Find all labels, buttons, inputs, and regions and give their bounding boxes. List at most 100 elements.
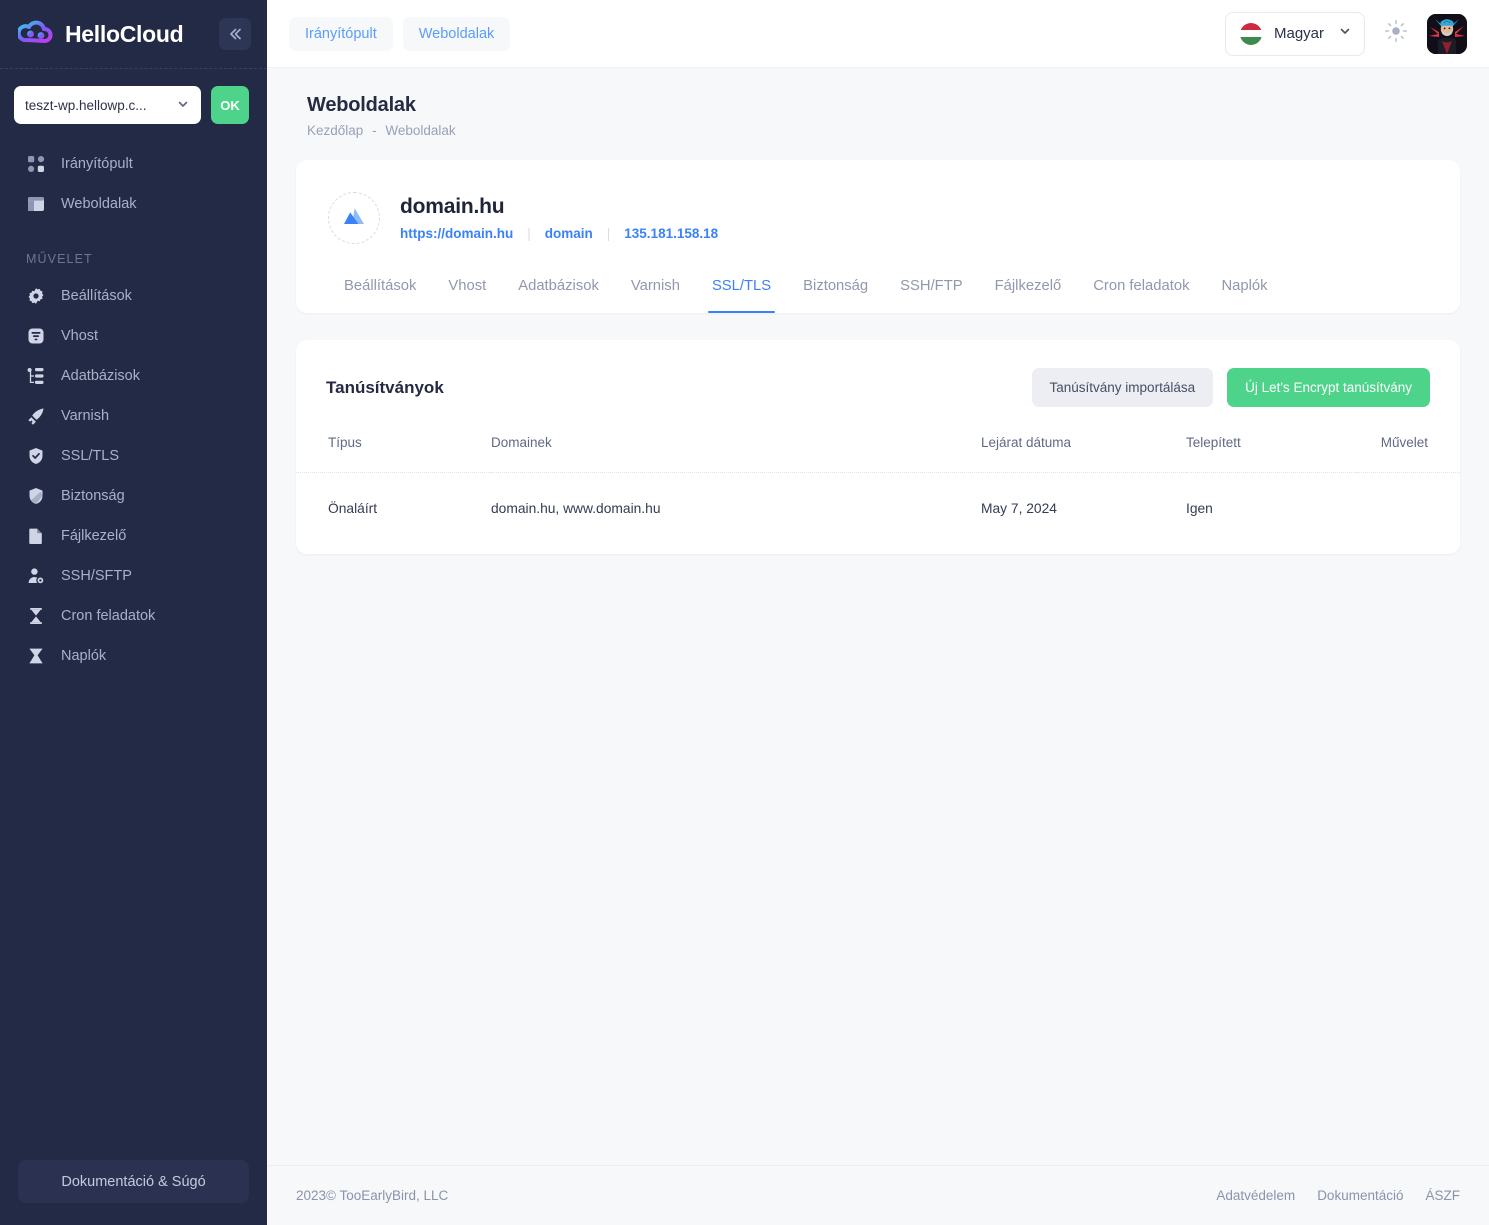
hellocloud-logo-icon <box>16 18 54 50</box>
site-ip-link[interactable]: 135.181.158.18 <box>624 226 718 241</box>
site-select[interactable]: teszt-wp.hellowp.c... <box>14 86 201 124</box>
chevron-down-icon <box>1338 24 1352 43</box>
sidebar-collapse-button[interactable] <box>219 18 251 50</box>
sidebar-section-label: MŰVELET <box>26 252 93 266</box>
topbar-button-dashboard[interactable]: Irányítópult <box>289 16 393 51</box>
tab-ssh-ftp[interactable]: SSH/FTP <box>884 266 978 313</box>
dashboard-grid-icon <box>26 155 45 174</box>
sidebar-brand-row: HelloCloud <box>0 0 267 68</box>
certificates-table: Típus Domainek Lejárat dátuma Telepített… <box>296 425 1460 520</box>
site-select-ok-button[interactable]: OK <box>211 86 249 124</box>
topbar: Irányítópult Weboldalak Magyar <box>267 0 1489 68</box>
table-header-row: Típus Domainek Lejárat dátuma Telepített… <box>296 425 1460 473</box>
sidebar-item-websites[interactable]: Weboldalak <box>0 184 267 224</box>
tab-vhost[interactable]: Vhost <box>432 266 502 313</box>
cell-installed: Igen <box>1186 501 1213 516</box>
sidebar-item-label: SSL/TLS <box>61 448 120 464</box>
language-select[interactable]: Magyar <box>1225 11 1365 56</box>
sidebar-item-ssh-sftp[interactable]: SSH/SFTP <box>0 556 267 596</box>
tab-cron-feladatok[interactable]: Cron feladatok <box>1077 266 1205 313</box>
certificates-table-body: Önaláírt domain.hu, www.domain.hu May 7,… <box>296 473 1460 521</box>
tab-biztonsag[interactable]: Biztonság <box>787 266 884 313</box>
new-letsencrypt-certificate-button[interactable]: Új Let's Encrypt tanúsítvány <box>1227 368 1430 407</box>
column-header-domains: Domainek <box>491 435 552 450</box>
mountain-icon <box>342 205 366 232</box>
footer-link-privacy[interactable]: Adatvédelem <box>1216 1188 1295 1203</box>
import-certificate-button[interactable]: Tanúsítvány importálása <box>1031 368 1214 407</box>
site-header: domain.hu https://domain.hu | domain | 1… <box>296 160 1460 266</box>
sidebar-item-label: Beállítások <box>61 288 132 304</box>
tab-beallitasok[interactable]: Beállítások <box>328 266 432 313</box>
brand-logo[interactable]: HelloCloud <box>16 18 209 50</box>
shield-check-icon <box>26 447 45 466</box>
brand-name: HelloCloud <box>65 20 184 47</box>
page-title: Weboldalak <box>307 94 416 116</box>
certificates-card: Tanúsítványok Tanúsítvány importálása Új… <box>296 340 1460 554</box>
topbar-button-websites[interactable]: Weboldalak <box>402 16 511 51</box>
sidebar-item-logs[interactable]: Naplók <box>0 636 267 676</box>
documentation-help-button[interactable]: Dokumentáció & Súgó <box>18 1160 249 1203</box>
breadcrumb: Kezdőlap - Weboldalak <box>307 123 1449 138</box>
user-avatar[interactable] <box>1427 13 1467 54</box>
site-avatar <box>328 192 380 244</box>
sidebar-item-ssl-tls[interactable]: SSL/TLS <box>0 436 267 476</box>
footer-link-documentation[interactable]: Dokumentáció <box>1317 1188 1403 1203</box>
sidebar-item-security[interactable]: Biztonság <box>0 476 267 516</box>
meta-divider: | <box>606 226 611 241</box>
table-row[interactable]: Önaláírt domain.hu, www.domain.hu May 7,… <box>296 473 1460 521</box>
site-tabs: Beállítások Vhost Adatbázisok Varnish SS… <box>296 266 1460 313</box>
topbar-right: Magyar <box>1225 11 1467 56</box>
footer-links: Adatvédelem Dokumentáció ÁSZF <box>1216 1188 1460 1203</box>
sidebar-item-databases[interactable]: Adatbázisok <box>0 356 267 396</box>
cell-expiry: May 7, 2024 <box>981 501 1057 516</box>
sidebar-item-label: Irányítópult <box>61 156 133 172</box>
tab-varnish[interactable]: Varnish <box>615 266 696 313</box>
sidebar-item-label: Cron feladatok <box>61 608 156 624</box>
site-name: domain.hu <box>400 195 505 218</box>
app-root: HelloCloud teszt-wp.hellowp.c... OK Irán… <box>0 0 1489 1225</box>
tab-fajlkezelo[interactable]: Fájlkezelő <box>979 266 1078 313</box>
cell-action[interactable] <box>1356 473 1460 521</box>
sidebar-item-dashboard[interactable]: Irányítópult <box>0 144 267 184</box>
certificates-title: Tanúsítványok <box>326 377 444 397</box>
site-url-link[interactable]: https://domain.hu <box>400 226 513 241</box>
footer-link-terms[interactable]: ÁSZF <box>1425 1188 1460 1203</box>
breadcrumb-home[interactable]: Kezdőlap <box>307 123 363 138</box>
gear-icon <box>26 287 45 306</box>
site-meta: https://domain.hu | domain | 135.181.158… <box>400 226 718 241</box>
user-key-icon <box>26 567 45 586</box>
sidebar-item-label: SSH/SFTP <box>61 568 132 584</box>
tab-adatbazisok[interactable]: Adatbázisok <box>502 266 615 313</box>
language-select-value: Magyar <box>1274 25 1325 42</box>
sidebar-item-cron-jobs[interactable]: Cron feladatok <box>0 596 267 636</box>
layout-window-icon <box>26 195 45 214</box>
page-header: Weboldalak Kezdőlap - Weboldalak <box>267 68 1489 150</box>
sidebar-item-file-manager[interactable]: Fájlkezelő <box>0 516 267 556</box>
certificates-header: Tanúsítványok Tanúsítvány importálása Új… <box>296 340 1460 425</box>
sidebar-item-vhost[interactable]: Vhost <box>0 316 267 356</box>
tab-ssl-tls[interactable]: SSL/TLS <box>696 266 787 313</box>
cell-type: Önaláírt <box>328 501 378 516</box>
meta-divider: | <box>527 226 531 241</box>
sidebar-item-settings[interactable]: Beállítások <box>0 276 267 316</box>
breadcrumb-current: Weboldalak <box>385 123 456 138</box>
column-header-expiry: Lejárat dátuma <box>981 435 1072 450</box>
chevron-double-left-icon <box>227 26 243 42</box>
topbar-crumb-buttons: Irányítópult Weboldalak <box>289 16 511 51</box>
certificates-actions: Tanúsítvány importálása Új Let's Encrypt… <box>1031 368 1430 407</box>
sun-icon <box>1384 19 1408 48</box>
site-select-value: teszt-wp.hellowp.c... <box>25 97 147 113</box>
sidebar: HelloCloud teszt-wp.hellowp.c... OK Irán… <box>0 0 267 1225</box>
theme-toggle-button[interactable] <box>1383 19 1409 48</box>
site-card: domain.hu https://domain.hu | domain | 1… <box>296 160 1460 313</box>
sidebar-item-varnish[interactable]: Varnish <box>0 396 267 436</box>
sidebar-item-label: Adatbázisok <box>61 368 140 384</box>
site-user-link[interactable]: domain <box>545 226 593 241</box>
sidebar-nav: Irányítópult Weboldalak MŰVELET Beállítá… <box>0 144 267 1160</box>
site-info: domain.hu https://domain.hu | domain | 1… <box>400 195 718 241</box>
cell-domains: domain.hu, www.domain.hu <box>491 501 661 516</box>
sidebar-item-label: Vhost <box>61 328 99 344</box>
column-header-installed: Telepített <box>1186 435 1241 450</box>
tab-naplok[interactable]: Naplók <box>1206 266 1284 313</box>
site-selector-row: teszt-wp.hellowp.c... OK <box>0 69 267 144</box>
